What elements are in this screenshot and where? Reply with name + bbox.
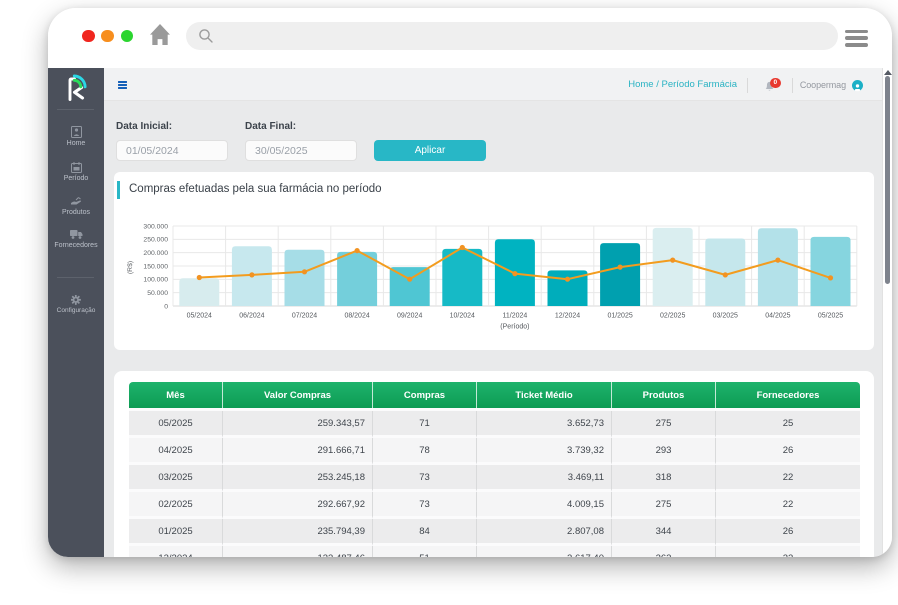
svg-text:10/2024: 10/2024 [450,313,475,320]
svg-text:200.000: 200.000 [143,250,168,257]
svg-text:05/2025: 05/2025 [818,313,843,320]
svg-text:100.000: 100.000 [143,277,168,284]
svg-text:250.000: 250.000 [143,237,168,244]
svg-text:(R$): (R$) [127,261,134,274]
svg-text:0: 0 [164,303,168,310]
svg-text:02/2025: 02/2025 [660,313,685,320]
svg-text:03/2025: 03/2025 [713,313,738,320]
svg-text:50.000: 50.000 [147,290,168,297]
svg-text:(Período): (Período) [500,324,529,331]
svg-text:12/2024: 12/2024 [555,313,580,320]
svg-text:05/2024: 05/2024 [187,313,212,320]
svg-text:06/2024: 06/2024 [239,313,264,320]
svg-text:150.000: 150.000 [143,263,168,270]
svg-text:11/2024: 11/2024 [503,313,528,320]
svg-text:09/2024: 09/2024 [397,313,422,320]
svg-text:07/2024: 07/2024 [292,313,317,320]
svg-text:04/2025: 04/2025 [765,313,790,320]
svg-text:08/2024: 08/2024 [344,313,369,320]
svg-text:300.000: 300.000 [143,223,168,230]
svg-text:01/2025: 01/2025 [607,313,632,320]
